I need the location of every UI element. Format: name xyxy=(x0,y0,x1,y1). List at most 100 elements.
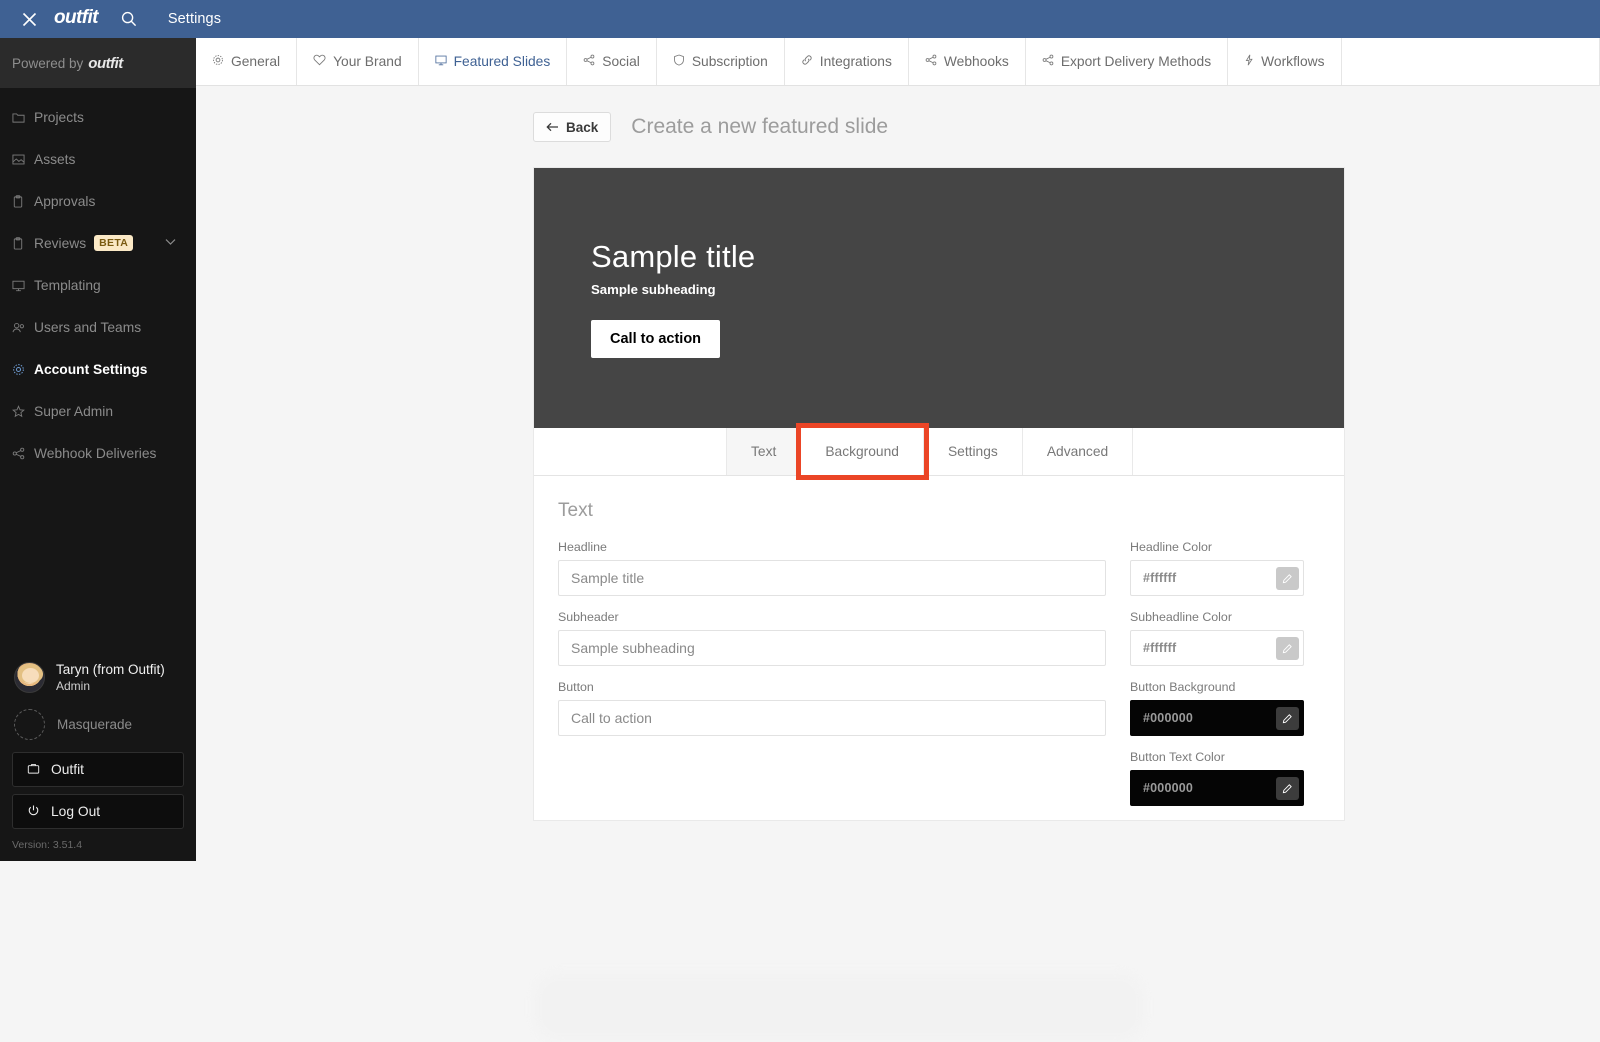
users-icon xyxy=(12,321,34,334)
sidebar-footer: Taryn (from Outfit) Admin Masquerade Out… xyxy=(0,653,196,861)
slide-editor-card: Sample title Sample subheading Call to a… xyxy=(533,167,1345,821)
sidebar: Powered by outfit Projects Assets Approv… xyxy=(0,38,196,861)
powered-by-outfit: Powered by outfit xyxy=(0,38,196,88)
field-label: Subheader xyxy=(558,610,1106,624)
gear-icon xyxy=(212,54,224,69)
chevron-down-icon[interactable] xyxy=(165,237,176,249)
monitor-icon xyxy=(12,279,34,292)
subheadline-color-input[interactable]: #ffffff xyxy=(1130,630,1304,666)
sidebar-item-label: Users and Teams xyxy=(34,320,141,335)
sidebar-item-approvals[interactable]: Approvals xyxy=(0,180,196,222)
user-name: Taryn (from Outfit) xyxy=(56,661,165,679)
folder-icon xyxy=(12,111,34,124)
editor-tab-advanced[interactable]: Advanced xyxy=(1023,428,1133,475)
tab-label: General xyxy=(231,54,280,69)
sidebar-item-label: Account Settings xyxy=(34,362,147,377)
search-icon[interactable] xyxy=(112,0,146,38)
editor-tab-label: Settings xyxy=(948,444,998,459)
sidebar-item-templating[interactable]: Templating xyxy=(0,264,196,306)
pencil-icon[interactable] xyxy=(1276,567,1299,590)
field-label: Button Text Color xyxy=(1130,750,1304,764)
star-icon xyxy=(12,405,34,418)
tab-label: Workflows xyxy=(1261,54,1324,69)
powered-by-brand: outfit xyxy=(88,55,122,72)
field-label: Subheadline Color xyxy=(1130,610,1304,624)
field-label: Button xyxy=(558,680,1106,694)
tab-integrations[interactable]: Integrations xyxy=(785,38,909,85)
editor-tab-settings[interactable]: Settings xyxy=(924,428,1023,475)
back-button[interactable]: Back xyxy=(533,112,611,142)
editor-tab-background[interactable]: Background xyxy=(801,428,924,475)
editor-tab-filler-right xyxy=(1133,428,1344,475)
button-background-color-input[interactable]: #000000 xyxy=(1130,700,1304,736)
briefcase-icon xyxy=(27,762,40,778)
close-icon[interactable] xyxy=(12,0,46,38)
editor-form: Text Headline Subheader Button xyxy=(534,476,1344,820)
headline-color-input[interactable]: #ffffff xyxy=(1130,560,1304,596)
share-icon xyxy=(925,54,937,69)
color-value: #ffffff xyxy=(1143,571,1176,585)
shield-icon xyxy=(673,54,685,69)
sidebar-item-label: Projects xyxy=(34,110,84,125)
color-value: #ffffff xyxy=(1143,641,1176,655)
sidebar-item-super-admin[interactable]: Super Admin xyxy=(0,390,196,432)
button-text-input[interactable] xyxy=(558,700,1106,736)
form-right-column: Headline Color #ffffff Subheadline Color… xyxy=(1130,540,1304,820)
pencil-icon[interactable] xyxy=(1276,707,1299,730)
field-button-background: Button Background #000000 xyxy=(1130,680,1304,736)
link-icon xyxy=(801,54,813,69)
clipboard-icon xyxy=(12,195,34,208)
sidebar-item-reviews[interactable]: Reviews BETA xyxy=(0,222,196,264)
log-out-button[interactable]: Log Out xyxy=(12,794,184,829)
tab-workflows[interactable]: Workflows xyxy=(1228,38,1341,85)
field-subheader: Subheader xyxy=(558,610,1106,666)
field-label: Button Background xyxy=(1130,680,1304,694)
tab-social[interactable]: Social xyxy=(567,38,657,85)
version-label: Version: 3.51.4 xyxy=(0,836,196,855)
clipboard-icon xyxy=(12,237,34,250)
user-profile[interactable]: Taryn (from Outfit) Admin xyxy=(0,653,196,705)
outfit-logo[interactable]: outfit xyxy=(54,7,98,29)
arrow-left-icon xyxy=(546,120,559,135)
sidebar-item-users-and-teams[interactable]: Users and Teams xyxy=(0,306,196,348)
button-text-color-input[interactable]: #000000 xyxy=(1130,770,1304,806)
subheader-input[interactable] xyxy=(558,630,1106,666)
color-value: #000000 xyxy=(1143,711,1193,725)
editor-tab-filler-left xyxy=(534,428,727,475)
tab-subscription[interactable]: Subscription xyxy=(657,38,785,85)
outfit-button-label: Outfit xyxy=(51,762,84,777)
pencil-icon[interactable] xyxy=(1276,637,1299,660)
section-title: Text xyxy=(558,500,1320,522)
status-badge: BETA xyxy=(94,235,133,251)
tab-webhooks[interactable]: Webhooks xyxy=(909,38,1026,85)
masquerade-row[interactable]: Masquerade xyxy=(0,705,196,752)
masquerade-avatar-placeholder xyxy=(14,709,45,740)
share-icon xyxy=(583,54,595,69)
editor-tab-text[interactable]: Text xyxy=(727,428,801,475)
preview-cta-button[interactable]: Call to action xyxy=(591,320,720,358)
sidebar-item-webhook-deliveries[interactable]: Webhook Deliveries xyxy=(0,432,196,474)
sidebar-item-assets[interactable]: Assets xyxy=(0,138,196,180)
tab-featured-slides[interactable]: Featured Slides xyxy=(419,38,568,85)
headline-input[interactable] xyxy=(558,560,1106,596)
page-title: Create a new featured slide xyxy=(631,115,888,139)
power-icon xyxy=(27,804,40,820)
masquerade-label: Masquerade xyxy=(57,717,132,732)
tab-your-brand[interactable]: Your Brand xyxy=(297,38,419,85)
sidebar-item-projects[interactable]: Projects xyxy=(0,96,196,138)
tab-export-delivery-methods[interactable]: Export Delivery Methods xyxy=(1026,38,1228,85)
tab-general[interactable]: General xyxy=(196,38,297,85)
gear-icon xyxy=(12,363,34,376)
avatar xyxy=(14,662,45,693)
sidebar-item-account-settings[interactable]: Account Settings xyxy=(0,348,196,390)
share-icon xyxy=(1042,54,1054,69)
main-content: Back Create a new featured slide Sample … xyxy=(196,86,1600,861)
monitor-icon xyxy=(435,54,447,69)
form-left-column: Headline Subheader Button xyxy=(558,540,1106,820)
outfit-button[interactable]: Outfit xyxy=(12,752,184,787)
bolt-icon xyxy=(1244,54,1254,69)
field-button: Button xyxy=(558,680,1106,736)
sidebar-item-label: Templating xyxy=(34,278,101,293)
tab-label: Subscription xyxy=(692,54,768,69)
pencil-icon[interactable] xyxy=(1276,777,1299,800)
